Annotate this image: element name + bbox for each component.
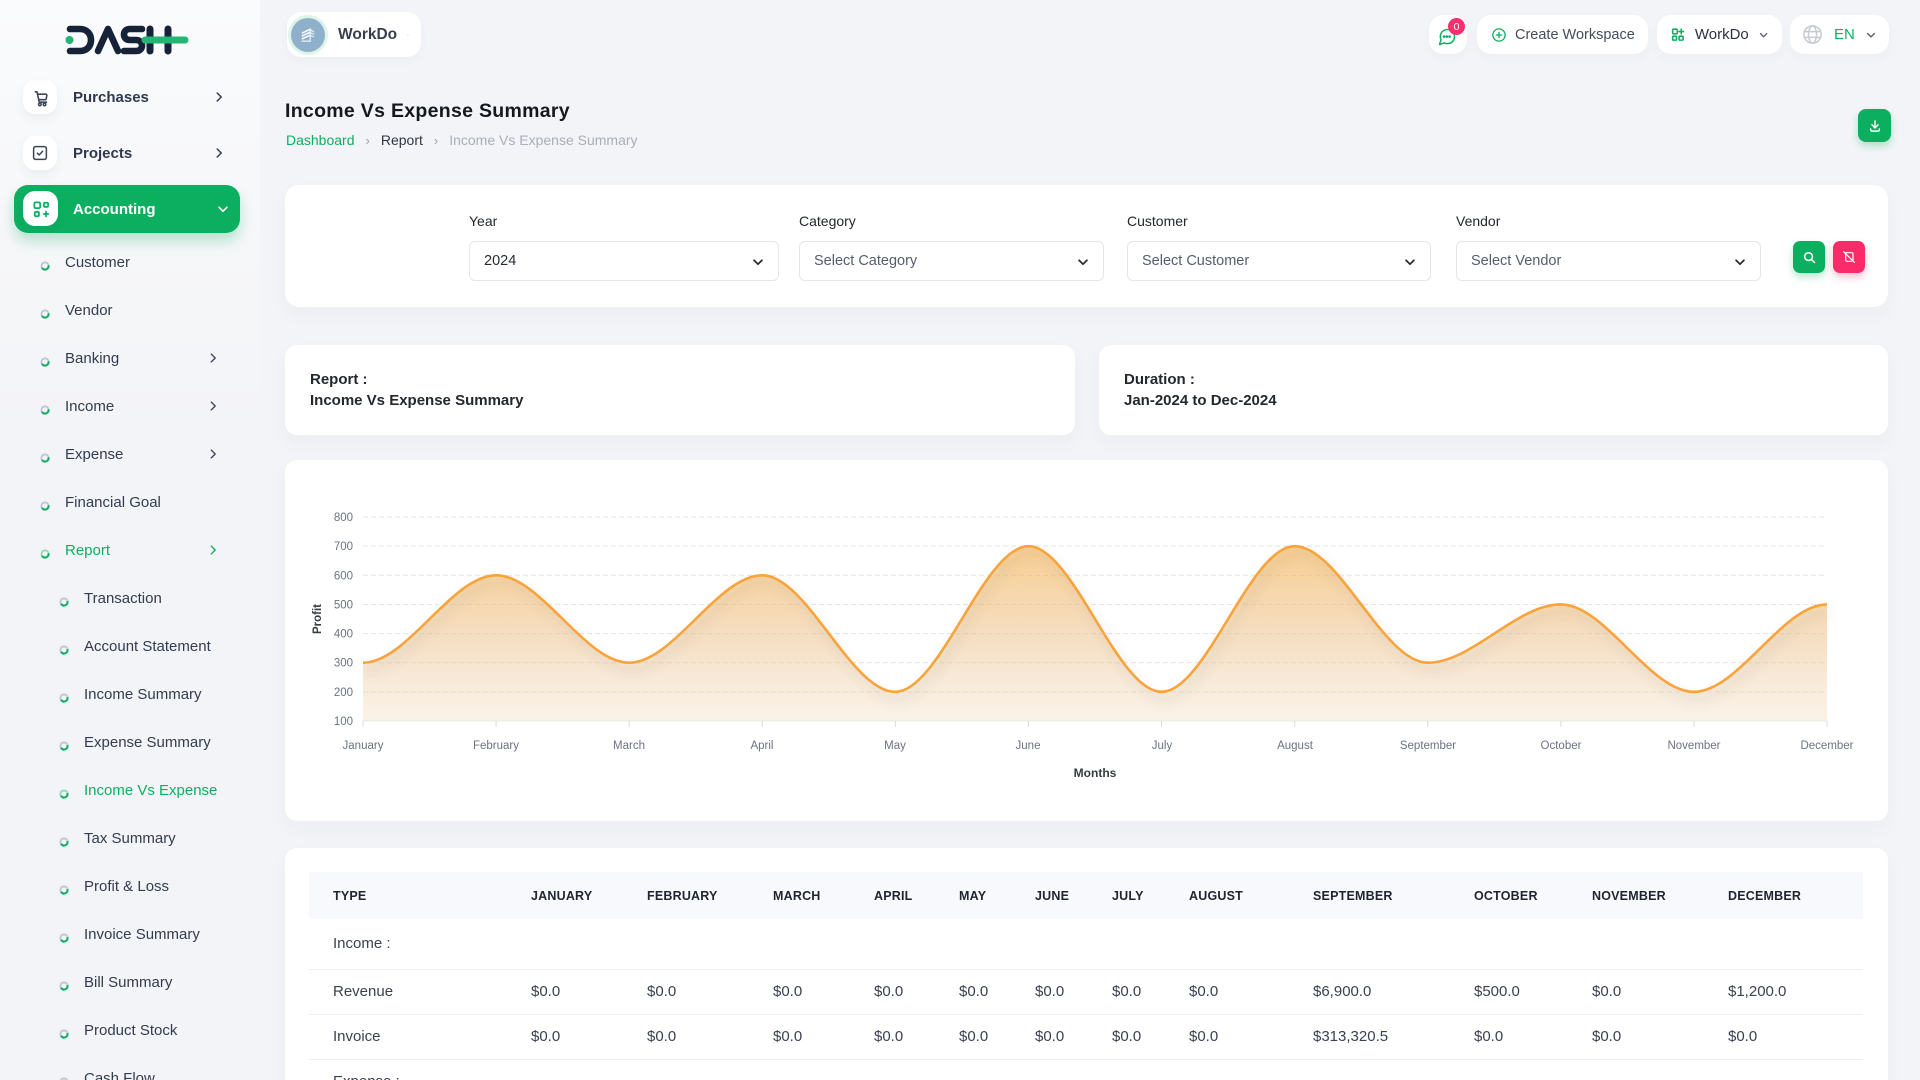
svg-text:March: March <box>613 740 645 752</box>
svg-text:January: January <box>343 740 384 752</box>
svg-text:Months: Months <box>1074 766 1117 780</box>
svg-text:April: April <box>750 740 773 752</box>
svg-text:600: 600 <box>334 570 353 582</box>
svg-text:February: February <box>473 740 519 752</box>
svg-text:November: November <box>1667 740 1720 752</box>
svg-text:Profit: Profit <box>312 604 324 634</box>
svg-text:500: 500 <box>334 599 353 611</box>
svg-text:300: 300 <box>334 658 353 670</box>
svg-text:August: August <box>1277 740 1314 752</box>
svg-text:June: June <box>1016 740 1041 752</box>
svg-text:July: July <box>1152 740 1173 752</box>
svg-text:200: 200 <box>334 687 353 699</box>
svg-text:100: 100 <box>334 716 353 728</box>
svg-text:May: May <box>884 740 906 752</box>
svg-text:September: September <box>1400 740 1456 752</box>
svg-text:December: December <box>1800 740 1853 752</box>
svg-text:800: 800 <box>334 512 353 524</box>
svg-text:700: 700 <box>334 541 353 553</box>
svg-text:400: 400 <box>334 629 353 641</box>
svg-text:October: October <box>1541 740 1582 752</box>
